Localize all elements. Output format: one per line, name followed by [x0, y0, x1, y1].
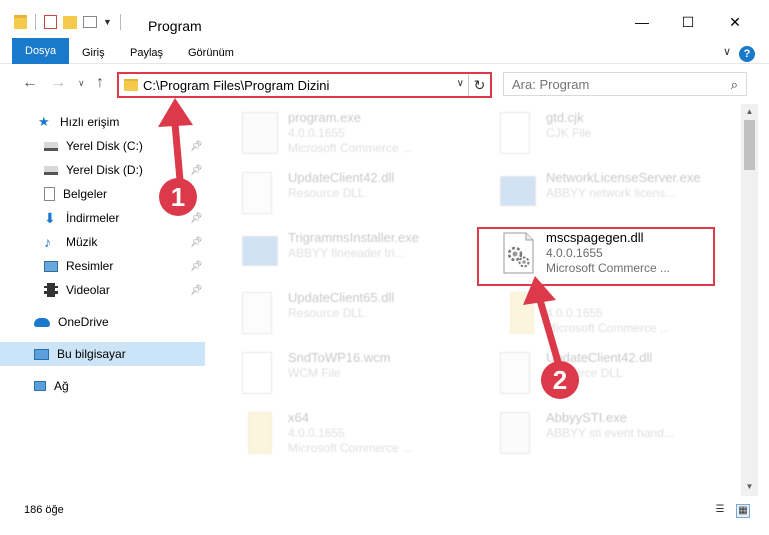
annotation-arrows — [158, 98, 562, 366]
arrow-to-target-file — [523, 276, 562, 366]
arrow-to-address-bar — [158, 98, 193, 184]
callout-step-2: 2 — [541, 361, 579, 399]
callout-step-1: 1 — [159, 178, 197, 216]
